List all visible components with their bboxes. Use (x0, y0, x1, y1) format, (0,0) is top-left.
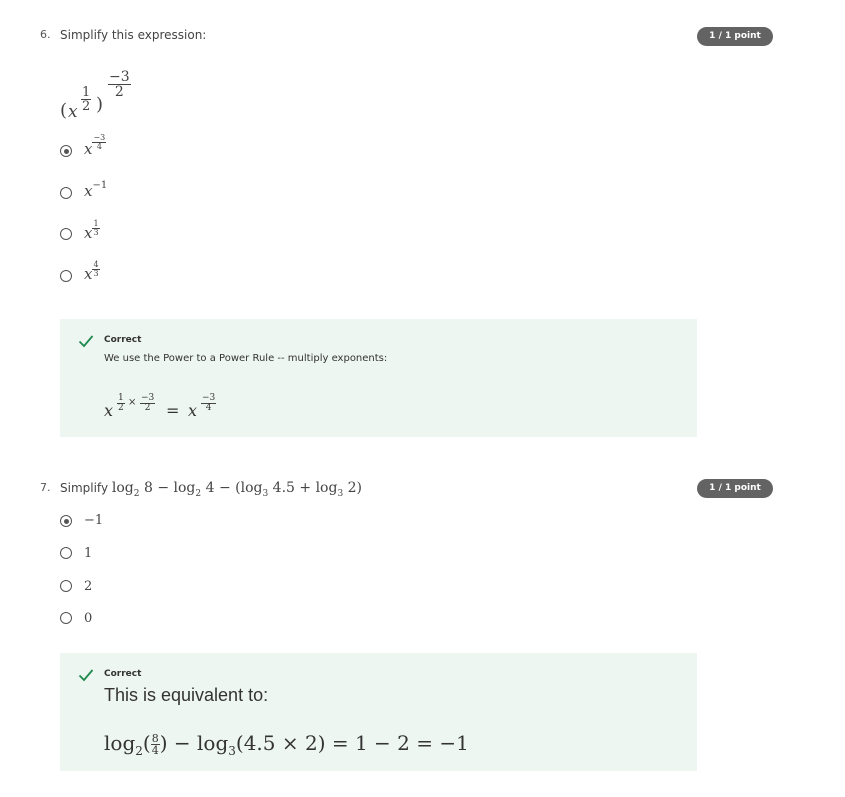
log-base: 3 (228, 744, 236, 758)
outer-exponent: −3 2 (108, 70, 131, 99)
eq-exp-a: 12 (117, 394, 125, 413)
option-2-label: 1 (84, 546, 93, 561)
question-7: 7. Simplify log2 8 − log2 4 − (log3 4.5 … (0, 470, 845, 797)
option-2-label: x−1 (84, 180, 108, 200)
log-arg: 4.5 (272, 480, 295, 496)
feedback-text: We use the Power to a Power Rule -- mult… (104, 353, 388, 364)
log: log (315, 480, 338, 496)
feedback-panel: Correct This is equivalent to: log2(8 4) … (60, 653, 697, 771)
option-3-label: x13 (84, 219, 100, 243)
minus: − (173, 731, 191, 755)
outer-den: 2 (114, 84, 124, 100)
feedback-status: Correct (104, 669, 142, 679)
outer-num: −3 (108, 69, 131, 85)
log-base: 3 (337, 488, 344, 499)
paren-open: ( (60, 100, 68, 121)
question-prompt: Simplify this expression: (60, 28, 207, 42)
opt-base: x (84, 224, 93, 242)
prompt-math: log2 8 − log2 4 − (log3 4.5 + log3 2) (111, 480, 363, 499)
frac-den: 4 (151, 744, 159, 757)
fraction: 84 (150, 733, 160, 757)
inner-exponent: 1 2 (81, 85, 92, 114)
checkmark-icon (78, 335, 94, 348)
feedback-text: This is equivalent to: (104, 685, 269, 705)
question-number: 7. (40, 481, 51, 494)
log: log (173, 480, 196, 496)
b-den: 2 (144, 403, 151, 413)
eq-equals: = (166, 401, 180, 420)
feedback-equation: log2(8 4) − log3(4.5 × 2) = 1 − 2 = −1 (104, 731, 469, 758)
opt-exponent: 43 (92, 260, 100, 278)
radio[interactable] (60, 187, 72, 199)
eq-exp-b: −3 2 (140, 394, 156, 413)
option-4-label: 0 (84, 611, 93, 626)
log-base: 2 (135, 744, 143, 758)
log-arg: 8 (143, 480, 153, 496)
eq-result: = 1 − 2 = −1 (331, 731, 469, 755)
eq-result-base: x (188, 401, 198, 420)
exp-den: 3 (93, 227, 99, 237)
log-arg: 2 (347, 480, 357, 496)
feedback-panel: Correct We use the Power to a Power Rule… (60, 319, 697, 437)
r-den: 4 (205, 403, 212, 413)
prompt-word: Simplify (60, 481, 109, 495)
minus: − (218, 480, 231, 496)
exp-den: 3 (93, 268, 99, 278)
opt-exponent: −3 4 (92, 133, 107, 151)
a-den: 2 (118, 403, 124, 413)
paren: ) (356, 480, 363, 496)
eq-times: × (128, 397, 137, 408)
radio-selected[interactable] (60, 515, 72, 527)
radio[interactable] (60, 580, 72, 592)
plus: + (299, 480, 312, 496)
points-badge: 1 / 1 point (697, 479, 773, 498)
expr-base: x (68, 102, 78, 122)
opt-exponent: 13 (92, 219, 100, 237)
option-4-label: x43 (84, 260, 100, 284)
log: log (111, 480, 134, 496)
log-arg: 4 (205, 480, 215, 496)
inner-den: 2 (82, 99, 91, 114)
radio-selected[interactable] (60, 145, 72, 157)
paren-close: ) (96, 94, 104, 115)
radio[interactable] (60, 612, 72, 624)
question-6: 6. Simplify this expression: 1 / 1 point… (0, 0, 845, 450)
radio[interactable] (60, 270, 72, 282)
minus: − (157, 480, 170, 496)
option-1-label: −1 (84, 513, 104, 528)
checkmark-icon (78, 669, 94, 682)
opt-base: x (84, 265, 93, 283)
log-arg: (4.5 × 2) (235, 731, 326, 755)
log-base: 3 (262, 488, 269, 499)
points-badge: 1 / 1 point (697, 27, 773, 46)
log: log (197, 731, 229, 755)
eq-exp-result: −3 4 (201, 394, 217, 413)
inner-num: 1 (81, 85, 92, 100)
radio[interactable] (60, 547, 72, 559)
log-base: 2 (195, 488, 202, 499)
exp-den: 4 (96, 141, 102, 151)
option-1-label: x −3 4 (84, 133, 107, 159)
question-number: 6. (40, 28, 51, 41)
option-3-label: 2 (84, 579, 93, 594)
radio[interactable] (60, 228, 72, 240)
opt-base: x (84, 140, 93, 158)
question-expression: ( x 1 2 ) −3 2 (60, 68, 160, 128)
log: log (240, 480, 263, 496)
question-prompt: Simplify log2 8 − log2 4 − (log3 4.5 + l… (60, 480, 362, 499)
eq-base: x (104, 401, 114, 420)
opt-exponent: −1 (92, 180, 108, 191)
log: log (104, 731, 136, 755)
feedback-status: Correct (104, 335, 142, 345)
log-base: 2 (133, 488, 140, 499)
